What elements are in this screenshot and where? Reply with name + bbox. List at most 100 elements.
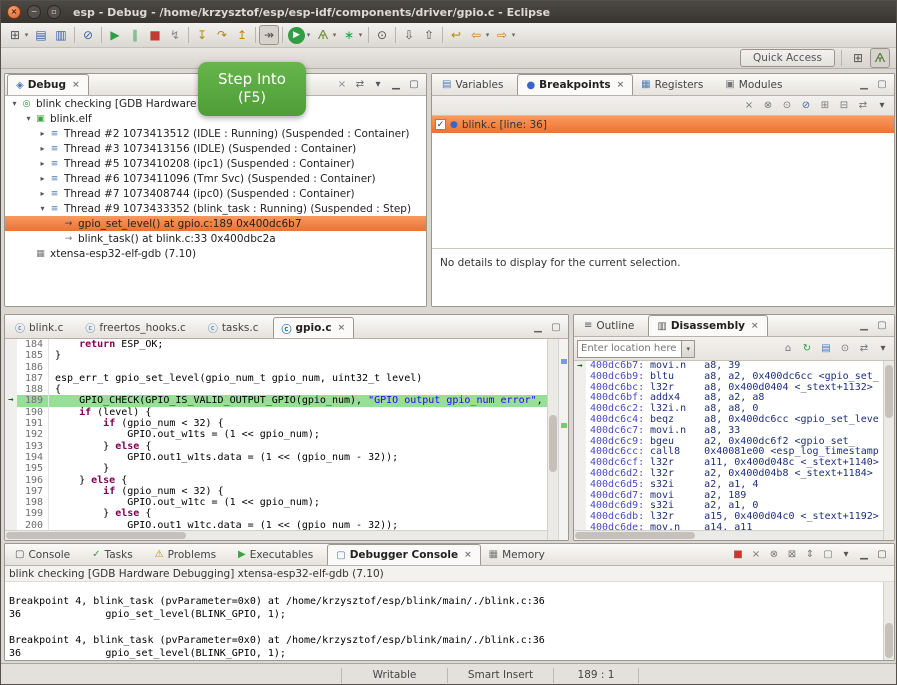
display-selected-console-icon[interactable]: ▢: [820, 547, 836, 563]
separator[interactable]: [395, 27, 396, 43]
search-icon[interactable]: ⊙: [372, 25, 392, 45]
debug-tree-row[interactable]: ▸ ≡ Thread #2 1073413512 (IDLE : Running…: [5, 126, 426, 141]
step-over-icon[interactable]: ↷: [212, 25, 232, 45]
debug-tree-row[interactable]: ▸ ≡ Thread #3 1073413156 (IDLE) (Suspend…: [5, 141, 426, 156]
home-icon[interactable]: ⌂: [780, 341, 796, 357]
run-icon[interactable]: ▶: [288, 27, 305, 44]
minimize-icon[interactable]: ▁: [856, 318, 872, 334]
code-editor[interactable]: 184 return ESP_OK; 185 } 186: [5, 339, 547, 540]
horizontal-scrollbar[interactable]: [5, 530, 547, 540]
remove-launch-icon[interactable]: ×: [748, 547, 764, 563]
minimize-icon[interactable]: ▁: [856, 77, 872, 93]
twisty-icon[interactable]: ▸: [37, 144, 48, 153]
twisty-icon[interactable]: ▾: [9, 99, 20, 108]
view-tab[interactable]: ▥ Disassembly ×: [648, 315, 767, 336]
code-line[interactable]: 187 esp_err_t gpio_set_level(gpio_num_t …: [5, 373, 547, 384]
quick-access-button[interactable]: Quick Access: [740, 49, 835, 67]
external-tools-menu-icon[interactable]: ▾: [356, 25, 365, 45]
maximize-icon[interactable]: ▢: [874, 318, 890, 334]
remove-all-launches-icon[interactable]: ⊗: [766, 547, 782, 563]
terminate-icon[interactable]: ■: [145, 25, 165, 45]
scrollbar-thumb[interactable]: [885, 365, 893, 419]
chevron-down-icon[interactable]: ▾: [681, 341, 694, 357]
twisty-icon[interactable]: ▸: [37, 129, 48, 138]
overview-ruler[interactable]: [558, 339, 568, 540]
clear-console-icon[interactable]: ⊠: [784, 547, 800, 563]
maximize-icon[interactable]: ▢: [874, 77, 890, 93]
asm-line[interactable]: 400dc6c7: movi.n a8, 33: [574, 426, 883, 437]
view-tab[interactable]: ▢ Console: [7, 544, 84, 565]
view-tab[interactable]: ▶ Executables: [230, 544, 327, 565]
sync-icon[interactable]: ⇄: [856, 341, 872, 357]
back-menu-icon[interactable]: ▾: [483, 25, 492, 45]
breakpoint-row[interactable]: ✓ ● blink.c [line: 36]: [432, 116, 894, 133]
code-line[interactable]: 185 }: [5, 350, 547, 361]
maximize-icon[interactable]: ▢: [406, 77, 422, 93]
tab-close-icon[interactable]: ×: [617, 80, 625, 90]
code-line[interactable]: 198 GPIO.out_w1tc = (1 << gpio_num);: [5, 497, 547, 508]
next-annotation-icon[interactable]: ⇩: [399, 25, 419, 45]
view-tab[interactable]: ▦ Memory: [481, 544, 559, 565]
tab-close-icon[interactable]: ×: [751, 321, 759, 331]
code-line[interactable]: 192 GPIO.out_w1ts = (1 << gpio_num);: [5, 429, 547, 440]
instruction-stepping-icon[interactable]: ↠: [259, 25, 279, 45]
suspend-icon[interactable]: ∥: [125, 25, 145, 45]
remove-breakpoint-icon[interactable]: ×: [741, 98, 757, 114]
twisty-icon[interactable]: ▾: [37, 204, 48, 213]
scrollbar-thumb[interactable]: [575, 532, 695, 539]
code-line[interactable]: 193 } else {: [5, 441, 547, 452]
scroll-lock-icon[interactable]: ⇕: [802, 547, 818, 563]
code-line[interactable]: 191 if (gpio_num < 32) {: [5, 418, 547, 429]
debug-tree-row[interactable]: ▸ ≡ Thread #7 1073408744 (ipc0) (Suspend…: [5, 186, 426, 201]
view-tab[interactable]: ▢ Debugger Console ×: [327, 544, 480, 565]
view-tab[interactable]: ⚠ Problems: [147, 544, 230, 565]
tab-close-icon[interactable]: ×: [464, 550, 472, 560]
collapse-all-icon[interactable]: ⊟: [836, 98, 852, 114]
debug-tree-row[interactable]: ▸ ≡ Thread #6 1073411096 (Tmr Svc) (Susp…: [5, 171, 426, 186]
maximize-icon[interactable]: ▢: [548, 320, 564, 336]
debug-tree-row[interactable]: → blink_task() at blink.c:33 0x400dbc2a: [5, 231, 426, 246]
window-close-button[interactable]: ×: [7, 5, 21, 19]
debug-tree-row[interactable]: ▦ xtensa-esp32-elf-gdb (7.10): [5, 246, 426, 261]
refresh-icon[interactable]: ↻: [799, 341, 815, 357]
open-perspective-icon[interactable]: ⊞: [848, 48, 868, 68]
debug-tree-row[interactable]: ▸ ≡ Thread #5 1073410208 (ipc1) (Suspend…: [5, 156, 426, 171]
run-menu-icon[interactable]: ▾: [304, 25, 313, 45]
code-line[interactable]: 190 if (level) {: [5, 407, 547, 418]
view-tab[interactable]: ✓ Tasks: [84, 544, 147, 565]
separator[interactable]: [188, 27, 189, 43]
minimize-icon[interactable]: ▁: [388, 77, 404, 93]
debug-view-tab[interactable]: ◈ Debug ×: [7, 74, 89, 95]
expand-all-icon[interactable]: ⊞: [817, 98, 833, 114]
code-line[interactable]: → 189 GPIO_CHECK(GPIO_IS_VALID_OUTPUT_GP…: [5, 395, 547, 406]
link-with-debug-icon[interactable]: ⇄: [855, 98, 871, 114]
track-expression-icon[interactable]: ⊙: [837, 341, 853, 357]
view-tab[interactable]: ● Breakpoints ×: [517, 74, 633, 95]
console-output[interactable]: Breakpoint 4, blink_task (pvParameter=0x…: [5, 582, 883, 660]
show-source-icon[interactable]: ▤: [818, 341, 834, 357]
editor-tab[interactable]: ⓒ freertos_hooks.c: [77, 317, 199, 338]
remove-all-breakpoints-icon[interactable]: ⊗: [760, 98, 776, 114]
minimize-icon[interactable]: ▁: [530, 320, 546, 336]
horizontal-scrollbar[interactable]: [574, 530, 883, 540]
view-menu-icon[interactable]: ▾: [838, 547, 854, 563]
disassembly-content[interactable]: → 400dc6b7: movi.n a8, 39 400dc6b9: bltu…: [574, 361, 883, 540]
code-line[interactable]: 188 {: [5, 384, 547, 395]
last-edit-location-icon[interactable]: ↩: [446, 25, 466, 45]
debug-tree-row[interactable]: ▾ ≡ Thread #9 1073433352 (blink_task : R…: [5, 201, 426, 216]
twisty-icon[interactable]: ▸: [37, 174, 48, 183]
skip-all-breakpoints-icon[interactable]: ⊘: [78, 25, 98, 45]
view-tab[interactable]: ▣ Modules: [717, 74, 796, 95]
step-filters-icon[interactable]: ⇄: [352, 77, 368, 93]
view-menu-icon[interactable]: ▾: [370, 77, 386, 93]
debug-menu-icon[interactable]: ▾: [330, 25, 339, 45]
view-menu-icon[interactable]: ▾: [874, 98, 890, 114]
disconnect-icon[interactable]: ↯: [165, 25, 185, 45]
twisty-icon[interactable]: ▸: [37, 159, 48, 168]
code-line[interactable]: 199 } else {: [5, 508, 547, 519]
view-tab[interactable]: ▤ Variables: [434, 74, 517, 95]
separator[interactable]: [101, 27, 102, 43]
save-icon[interactable]: ▤: [31, 25, 51, 45]
asm-line[interactable]: 400dc6de: mov.n a14, a11: [574, 523, 883, 530]
scrollbar-thumb[interactable]: [6, 532, 186, 539]
